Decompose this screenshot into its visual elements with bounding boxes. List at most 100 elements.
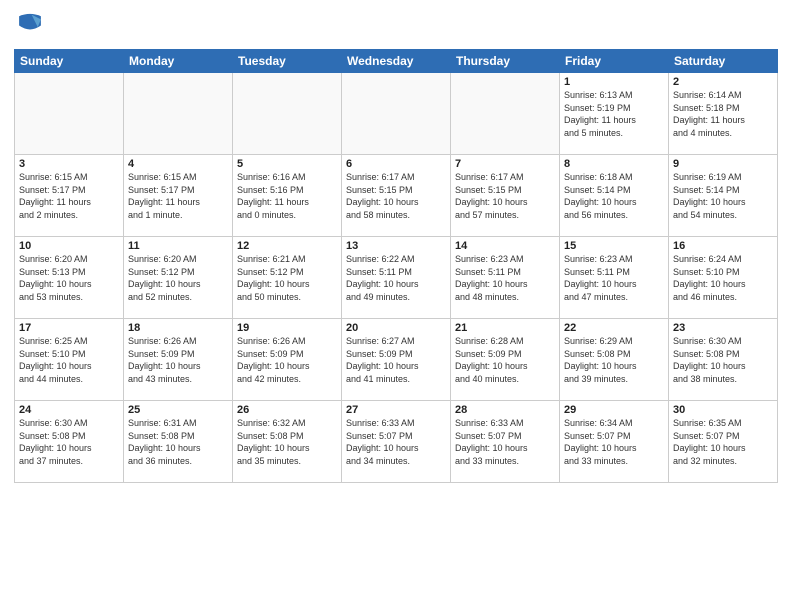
day-info: Sunrise: 6:32 AM Sunset: 5:08 PM Dayligh… [237,417,337,467]
day-cell: 17Sunrise: 6:25 AM Sunset: 5:10 PM Dayli… [15,319,124,401]
weekday-monday: Monday [124,50,233,73]
day-cell: 30Sunrise: 6:35 AM Sunset: 5:07 PM Dayli… [669,401,778,483]
day-number: 11 [128,240,228,252]
day-cell: 29Sunrise: 6:34 AM Sunset: 5:07 PM Dayli… [560,401,669,483]
day-number: 1 [564,76,664,88]
day-number: 10 [19,240,119,252]
day-info: Sunrise: 6:15 AM Sunset: 5:17 PM Dayligh… [19,171,119,221]
day-cell [233,73,342,155]
day-cell: 1Sunrise: 6:13 AM Sunset: 5:19 PM Daylig… [560,73,669,155]
week-row-2: 3Sunrise: 6:15 AM Sunset: 5:17 PM Daylig… [15,155,778,237]
day-cell: 4Sunrise: 6:15 AM Sunset: 5:17 PM Daylig… [124,155,233,237]
day-info: Sunrise: 6:31 AM Sunset: 5:08 PM Dayligh… [128,417,228,467]
day-number: 7 [455,158,555,170]
header [14,10,778,43]
week-row-5: 24Sunrise: 6:30 AM Sunset: 5:08 PM Dayli… [15,401,778,483]
weekday-sunday: Sunday [15,50,124,73]
day-cell: 10Sunrise: 6:20 AM Sunset: 5:13 PM Dayli… [15,237,124,319]
weekday-saturday: Saturday [669,50,778,73]
day-info: Sunrise: 6:33 AM Sunset: 5:07 PM Dayligh… [346,417,446,467]
day-cell [342,73,451,155]
day-info: Sunrise: 6:20 AM Sunset: 5:13 PM Dayligh… [19,253,119,303]
week-row-4: 17Sunrise: 6:25 AM Sunset: 5:10 PM Dayli… [15,319,778,401]
day-info: Sunrise: 6:26 AM Sunset: 5:09 PM Dayligh… [237,335,337,385]
day-info: Sunrise: 6:34 AM Sunset: 5:07 PM Dayligh… [564,417,664,467]
day-cell: 15Sunrise: 6:23 AM Sunset: 5:11 PM Dayli… [560,237,669,319]
day-cell: 7Sunrise: 6:17 AM Sunset: 5:15 PM Daylig… [451,155,560,237]
day-number: 2 [673,76,773,88]
week-row-3: 10Sunrise: 6:20 AM Sunset: 5:13 PM Dayli… [15,237,778,319]
day-cell: 6Sunrise: 6:17 AM Sunset: 5:15 PM Daylig… [342,155,451,237]
day-info: Sunrise: 6:13 AM Sunset: 5:19 PM Dayligh… [564,89,664,139]
day-number: 17 [19,322,119,334]
day-info: Sunrise: 6:17 AM Sunset: 5:15 PM Dayligh… [346,171,446,221]
weekday-friday: Friday [560,50,669,73]
day-number: 9 [673,158,773,170]
day-number: 22 [564,322,664,334]
day-number: 14 [455,240,555,252]
day-cell: 20Sunrise: 6:27 AM Sunset: 5:09 PM Dayli… [342,319,451,401]
weekday-tuesday: Tuesday [233,50,342,73]
day-info: Sunrise: 6:21 AM Sunset: 5:12 PM Dayligh… [237,253,337,303]
day-cell: 22Sunrise: 6:29 AM Sunset: 5:08 PM Dayli… [560,319,669,401]
day-info: Sunrise: 6:18 AM Sunset: 5:14 PM Dayligh… [564,171,664,221]
day-info: Sunrise: 6:20 AM Sunset: 5:12 PM Dayligh… [128,253,228,303]
day-cell: 23Sunrise: 6:30 AM Sunset: 5:08 PM Dayli… [669,319,778,401]
day-cell: 19Sunrise: 6:26 AM Sunset: 5:09 PM Dayli… [233,319,342,401]
day-cell: 28Sunrise: 6:33 AM Sunset: 5:07 PM Dayli… [451,401,560,483]
day-number: 26 [237,404,337,416]
logo [14,10,48,43]
day-info: Sunrise: 6:16 AM Sunset: 5:16 PM Dayligh… [237,171,337,221]
day-info: Sunrise: 6:15 AM Sunset: 5:17 PM Dayligh… [128,171,228,221]
day-info: Sunrise: 6:23 AM Sunset: 5:11 PM Dayligh… [455,253,555,303]
day-cell: 8Sunrise: 6:18 AM Sunset: 5:14 PM Daylig… [560,155,669,237]
day-number: 4 [128,158,228,170]
day-cell: 11Sunrise: 6:20 AM Sunset: 5:12 PM Dayli… [124,237,233,319]
day-number: 20 [346,322,446,334]
week-row-1: 1Sunrise: 6:13 AM Sunset: 5:19 PM Daylig… [15,73,778,155]
day-number: 16 [673,240,773,252]
day-info: Sunrise: 6:14 AM Sunset: 5:18 PM Dayligh… [673,89,773,139]
day-cell: 21Sunrise: 6:28 AM Sunset: 5:09 PM Dayli… [451,319,560,401]
page: SundayMondayTuesdayWednesdayThursdayFrid… [0,0,792,612]
day-cell [451,73,560,155]
day-cell: 18Sunrise: 6:26 AM Sunset: 5:09 PM Dayli… [124,319,233,401]
day-number: 27 [346,404,446,416]
day-cell [15,73,124,155]
day-number: 19 [237,322,337,334]
day-info: Sunrise: 6:28 AM Sunset: 5:09 PM Dayligh… [455,335,555,385]
day-cell: 27Sunrise: 6:33 AM Sunset: 5:07 PM Dayli… [342,401,451,483]
day-cell: 24Sunrise: 6:30 AM Sunset: 5:08 PM Dayli… [15,401,124,483]
day-number: 6 [346,158,446,170]
day-cell: 16Sunrise: 6:24 AM Sunset: 5:10 PM Dayli… [669,237,778,319]
day-number: 28 [455,404,555,416]
day-info: Sunrise: 6:26 AM Sunset: 5:09 PM Dayligh… [128,335,228,385]
day-info: Sunrise: 6:29 AM Sunset: 5:08 PM Dayligh… [564,335,664,385]
day-number: 12 [237,240,337,252]
day-number: 8 [564,158,664,170]
day-info: Sunrise: 6:17 AM Sunset: 5:15 PM Dayligh… [455,171,555,221]
day-info: Sunrise: 6:33 AM Sunset: 5:07 PM Dayligh… [455,417,555,467]
day-cell: 2Sunrise: 6:14 AM Sunset: 5:18 PM Daylig… [669,73,778,155]
day-cell [124,73,233,155]
weekday-wednesday: Wednesday [342,50,451,73]
weekday-header-row: SundayMondayTuesdayWednesdayThursdayFrid… [15,50,778,73]
day-number: 25 [128,404,228,416]
day-number: 13 [346,240,446,252]
day-number: 24 [19,404,119,416]
day-number: 5 [237,158,337,170]
logo-icon [16,10,44,38]
day-info: Sunrise: 6:23 AM Sunset: 5:11 PM Dayligh… [564,253,664,303]
day-number: 15 [564,240,664,252]
day-info: Sunrise: 6:22 AM Sunset: 5:11 PM Dayligh… [346,253,446,303]
day-info: Sunrise: 6:24 AM Sunset: 5:10 PM Dayligh… [673,253,773,303]
day-info: Sunrise: 6:30 AM Sunset: 5:08 PM Dayligh… [673,335,773,385]
weekday-thursday: Thursday [451,50,560,73]
day-cell: 26Sunrise: 6:32 AM Sunset: 5:08 PM Dayli… [233,401,342,483]
day-number: 18 [128,322,228,334]
day-number: 3 [19,158,119,170]
day-info: Sunrise: 6:19 AM Sunset: 5:14 PM Dayligh… [673,171,773,221]
day-cell: 13Sunrise: 6:22 AM Sunset: 5:11 PM Dayli… [342,237,451,319]
day-number: 21 [455,322,555,334]
day-info: Sunrise: 6:35 AM Sunset: 5:07 PM Dayligh… [673,417,773,467]
